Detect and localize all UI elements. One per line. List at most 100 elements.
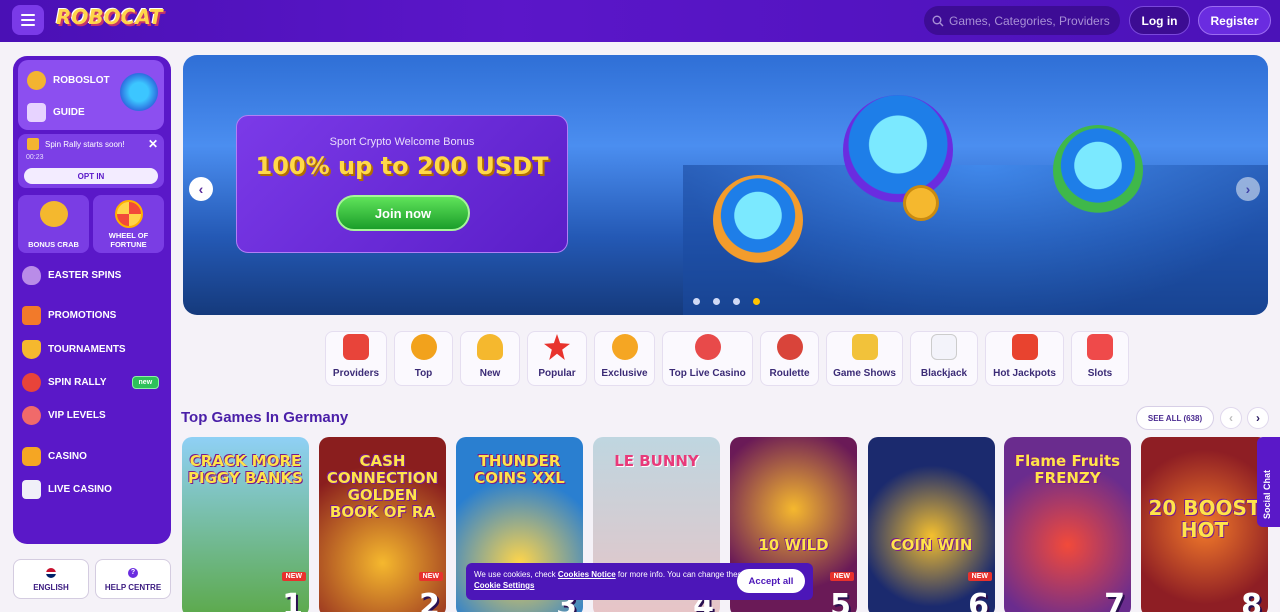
register-button[interactable]: Register (1198, 6, 1271, 35)
tile-label: BONUS CRAB (28, 240, 79, 249)
sidebar-item-label: TOURNAMENTS (48, 344, 126, 355)
help-centre-button[interactable]: ? HELP CENTRE (95, 559, 171, 599)
category-top[interactable]: Top (394, 331, 453, 386)
language-label: ENGLISH (33, 583, 69, 592)
login-button[interactable]: Log in (1129, 6, 1190, 35)
game-title: LE BUNNY (614, 452, 699, 470)
chevron-left-icon: ‹ (198, 181, 204, 197)
bonus-crab-tile[interactable]: BONUS CRAB (18, 195, 89, 253)
coin-icon (27, 71, 46, 90)
game-card[interactable]: Flame Fruits FRENZY 7 (1004, 437, 1131, 612)
social-chat-tab[interactable]: Social Chat (1257, 437, 1280, 527)
category-top-live-casino[interactable]: Top Live Casino (662, 331, 753, 386)
game-rank: 8 (1241, 588, 1262, 612)
category-game-shows[interactable]: Game Shows (826, 331, 903, 386)
slots-icon (1087, 334, 1113, 360)
sidebar-item-tournaments[interactable]: TOURNAMENTS (13, 340, 126, 359)
slot-machine-icon (22, 447, 41, 466)
category-slots[interactable]: Slots (1071, 331, 1129, 386)
chevron-right-icon: › (1256, 411, 1260, 425)
slide-dot-active[interactable] (753, 298, 760, 305)
opt-in-button[interactable]: OPT IN (24, 168, 158, 184)
robocat-logo[interactable]: ROBOCAT (56, 5, 163, 29)
category-popular[interactable]: Popular (527, 331, 587, 386)
orange-robot-mascot-icon (713, 175, 803, 265)
menu-button[interactable] (12, 5, 44, 35)
game-title: 10 WILD (758, 536, 829, 554)
search-input[interactable] (949, 13, 1114, 28)
category-providers[interactable]: Providers (325, 331, 387, 386)
sidebar-item-casino[interactable]: CASINO (13, 447, 87, 466)
roulette-icon (776, 334, 803, 360)
sidebar-item-label: LIVE CASINO (48, 484, 112, 495)
game-rank: 1 (282, 588, 303, 612)
category-blackjack[interactable]: Blackjack (910, 331, 978, 386)
robot-mascot-icon (117, 70, 161, 114)
slide-dot[interactable] (713, 298, 720, 305)
game-card[interactable]: CRACK MORE PIGGY BANKS NEW 1 (182, 437, 309, 612)
sidebar-item-vip-levels[interactable]: VIP LEVELS (13, 406, 106, 425)
star-icon (544, 334, 570, 360)
search-icon (932, 15, 944, 26)
join-now-button[interactable]: Join now (336, 195, 470, 231)
games-prev-button[interactable]: ‹ (1220, 407, 1242, 429)
sidebar-item-spin-rally[interactable]: SPIN RALLY new (13, 373, 160, 392)
promo-subtitle: Sport Crypto Welcome Bonus (329, 136, 475, 148)
rally-notice-text: Spin Rally starts soon! (45, 140, 125, 149)
game-title: Flame Fruits FRENZY (1014, 452, 1121, 487)
slide-dot[interactable] (733, 298, 740, 305)
cookie-banner: We use cookies, check Cookies Notice for… (466, 563, 813, 600)
game-title: THUNDER COINS XXL (474, 452, 565, 487)
game-rank: 2 (419, 588, 440, 612)
sidebar-item-live-casino[interactable]: LIVE CASINO (13, 480, 112, 499)
sidebar-item-promotions[interactable]: PROMOTIONS (13, 306, 116, 325)
egg-icon (22, 266, 41, 285)
green-robot-mascot-icon (1053, 125, 1143, 215)
cookie-settings-link[interactable]: Cookie Settings (474, 581, 534, 590)
sidebar-item-easter-spins[interactable]: EASTER SPINS (13, 266, 121, 285)
search-box[interactable] (924, 6, 1120, 35)
trophy-icon (27, 138, 39, 150)
cards-icon (931, 334, 957, 360)
section-title: Top Games In Germany (181, 409, 349, 426)
sidebar-item-guide[interactable]: GUIDE (18, 103, 85, 122)
robot-cat-mascot-icon (843, 95, 953, 205)
cookies-notice-link[interactable]: Cookies Notice (558, 570, 616, 579)
category-new[interactable]: New (460, 331, 520, 386)
cards-icon (22, 480, 41, 499)
game-rank: 7 (1104, 588, 1125, 612)
game-title: 20 BOOST HOT (1148, 496, 1261, 542)
chevron-left-icon: ‹ (1229, 411, 1233, 425)
banner-prev-button[interactable]: ‹ (189, 177, 213, 201)
new-badge: NEW (281, 572, 306, 581)
accept-all-button[interactable]: Accept all (737, 569, 805, 593)
game-card[interactable]: COIN WIN NEW 6 (868, 437, 995, 612)
close-icon[interactable]: ✕ (148, 137, 158, 151)
banner-next-button[interactable]: › (1236, 177, 1260, 201)
question-icon: ? (128, 568, 138, 578)
category-hot-jackpots[interactable]: Hot Jackpots (985, 331, 1064, 386)
category-exclusive[interactable]: Exclusive (594, 331, 655, 386)
game-card[interactable]: 20 BOOST HOT 8 (1141, 437, 1268, 612)
jackpot-seven-icon (1011, 334, 1038, 360)
game-title: CASH CONNECTION GOLDEN BOOK OF RA (326, 452, 439, 521)
sidebar-item-label: VIP LEVELS (48, 410, 106, 421)
sidebar-featured: ROBOSLOT GUIDE (18, 60, 164, 130)
language-selector[interactable]: ENGLISH (13, 559, 89, 599)
new-badge: NEW (967, 572, 992, 581)
games-next-button[interactable]: › (1247, 407, 1269, 429)
sidebar-item-label: PROMOTIONS (48, 310, 117, 321)
category-bar: Providers Top New Popular Exclusive Top … (325, 331, 1129, 386)
gift-icon (22, 306, 41, 325)
category-roulette[interactable]: Roulette (760, 331, 819, 386)
sidebar-item-roboslot[interactable]: ROBOSLOT (18, 71, 110, 90)
hero-banner[interactable]: Sport Crypto Welcome Bonus 100% up to 20… (183, 55, 1268, 315)
wheel-of-fortune-tile[interactable]: WHEEL OF FORTUNE (93, 195, 164, 253)
new-badge: NEW (418, 572, 443, 581)
bitcoin-coin-icon (903, 185, 939, 221)
game-card[interactable]: CASH CONNECTION GOLDEN BOOK OF RA NEW 2 (319, 437, 446, 612)
sidebar-item-label: CASINO (48, 451, 87, 462)
chips-icon (694, 334, 721, 360)
slide-dot[interactable] (693, 298, 700, 305)
see-all-button[interactable]: SEE ALL (638) (1136, 406, 1214, 430)
